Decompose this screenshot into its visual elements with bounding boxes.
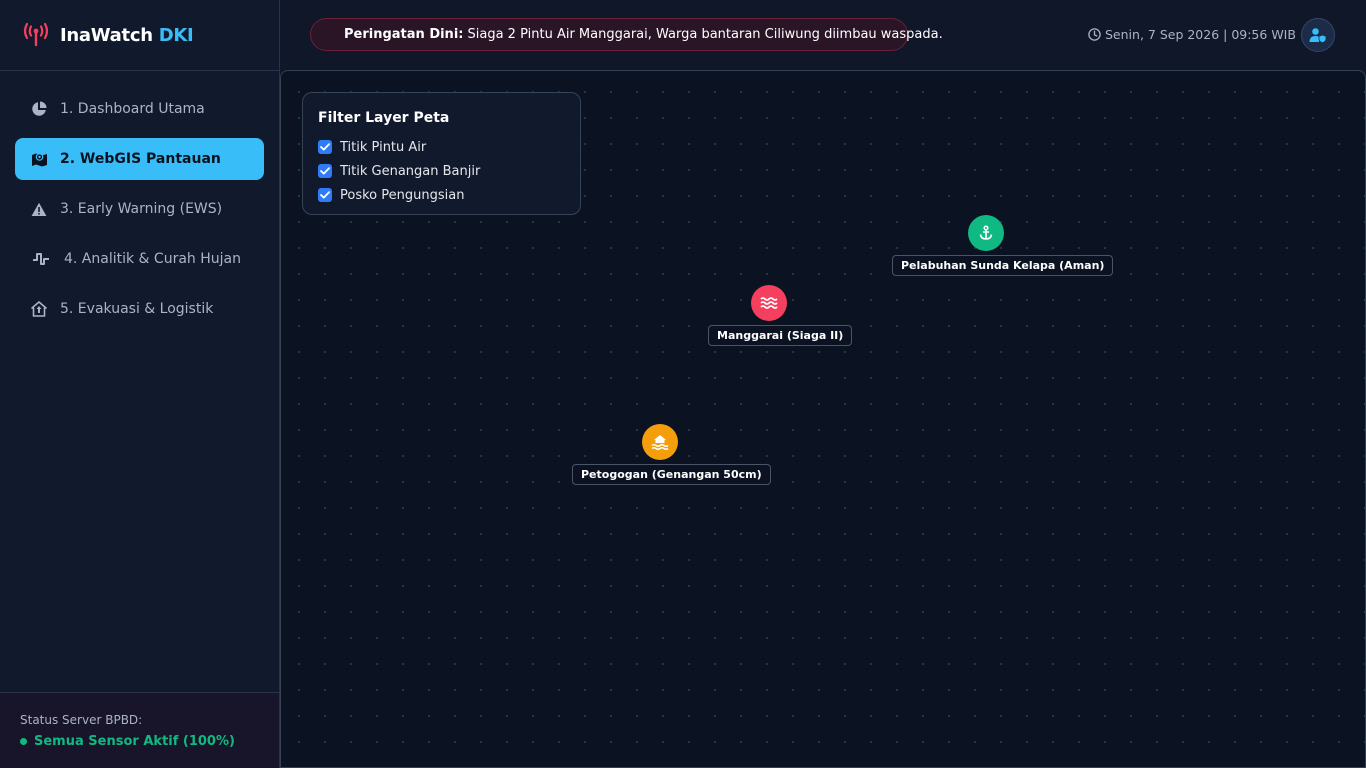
pie-chart-icon [30, 100, 48, 118]
layer-toggle-floodgates[interactable]: Titik Pintu Air [318, 135, 580, 159]
topbar: Peringatan Dini: Siaga 2 Pintu Air Mangg… [280, 0, 1366, 70]
user-shield-icon [1309, 28, 1327, 43]
nav-item-ews[interactable]: 3. Early Warning (EWS) [15, 188, 264, 230]
marker-petogogan[interactable] [642, 424, 678, 460]
warning-icon [30, 200, 48, 218]
pulse-icon [32, 250, 50, 268]
server-status-label: Status Server BPBD: [20, 713, 143, 727]
main-nav: 1. Dashboard Utama 2. WebGIS Pantauan 3.… [0, 71, 279, 330]
alert-title: Peringatan Dini: [344, 27, 464, 42]
checkbox-checked-icon[interactable] [318, 164, 332, 178]
layer-toggle-flood-points[interactable]: Titik Genangan Banjir [318, 159, 580, 183]
anchor-icon [979, 225, 993, 240]
alert-message: Siaga 2 Pintu Air Manggarai, Warga banta… [467, 27, 943, 42]
filter-title: Filter Layer Peta [318, 110, 450, 126]
marker-manggarai[interactable] [751, 285, 787, 321]
nav-item-analytics[interactable]: 4. Analitik & Curah Hujan [15, 238, 264, 280]
marker-label-petogogan: Petogogan (Genangan 50cm) [572, 464, 771, 485]
nav-item-label: 4. Analitik & Curah Hujan [64, 251, 241, 267]
datetime: Senin, 7 Sep 2026 | 09:56 WIB [1088, 27, 1296, 42]
water-icon [760, 297, 778, 309]
nav-item-label: 1. Dashboard Utama [60, 101, 205, 117]
nav-item-webgis[interactable]: 2. WebGIS Pantauan [15, 138, 264, 180]
server-status: Status Server BPBD: Semua Sensor Aktif (… [0, 692, 279, 768]
brand-name: InaWatch [60, 24, 153, 46]
brand-accent: DKI [158, 24, 194, 46]
layer-label: Titik Genangan Banjir [340, 163, 481, 179]
shelter-icon [30, 300, 48, 318]
clock-icon [1088, 28, 1101, 41]
brand[interactable]: InaWatch DKI [0, 0, 279, 71]
status-dot-icon [20, 738, 27, 745]
nav-item-evacuation[interactable]: 5. Evakuasi & Logistik [15, 288, 264, 330]
layer-label: Posko Pengungsian [340, 187, 465, 203]
datetime-text: Senin, 7 Sep 2026 | 09:56 WIB [1105, 27, 1296, 42]
nav-item-label: 3. Early Warning (EWS) [60, 201, 223, 217]
layer-toggle-shelters[interactable]: Posko Pengungsian [318, 183, 580, 207]
house-flood-icon [651, 435, 669, 450]
marker-sunda-kelapa[interactable] [968, 215, 1004, 251]
marker-label-sunda-kelapa: Pelabuhan Sunda Kelapa (Aman) [892, 255, 1114, 276]
brand-title: InaWatch DKI [60, 24, 194, 46]
checkbox-checked-icon[interactable] [318, 140, 332, 154]
broadcast-tower-icon [22, 22, 50, 48]
nav-item-label: 5. Evakuasi & Logistik [60, 301, 214, 317]
marker-label-manggarai: Manggarai (Siaga II) [708, 325, 853, 346]
nav-item-label: 2. WebGIS Pantauan [60, 151, 221, 167]
user-shield-avatar[interactable] [1301, 18, 1335, 52]
webgis-map[interactable]: Filter Layer Peta Titik Pintu Air Titik … [280, 70, 1366, 768]
server-status-value: Semua Sensor Aktif (100%) [20, 734, 279, 749]
map-icon [30, 150, 48, 168]
sidebar: InaWatch DKI 1. Dashboard Utama 2. WebGI… [0, 0, 280, 768]
server-status-text: Semua Sensor Aktif (100%) [34, 734, 235, 749]
map-layer-filter: Filter Layer Peta Titik Pintu Air Titik … [302, 92, 581, 215]
nav-item-dashboard[interactable]: 1. Dashboard Utama [15, 88, 264, 130]
checkbox-checked-icon[interactable] [318, 188, 332, 202]
layer-label: Titik Pintu Air [340, 139, 427, 155]
early-warning-banner[interactable]: Peringatan Dini: Siaga 2 Pintu Air Mangg… [310, 18, 943, 51]
